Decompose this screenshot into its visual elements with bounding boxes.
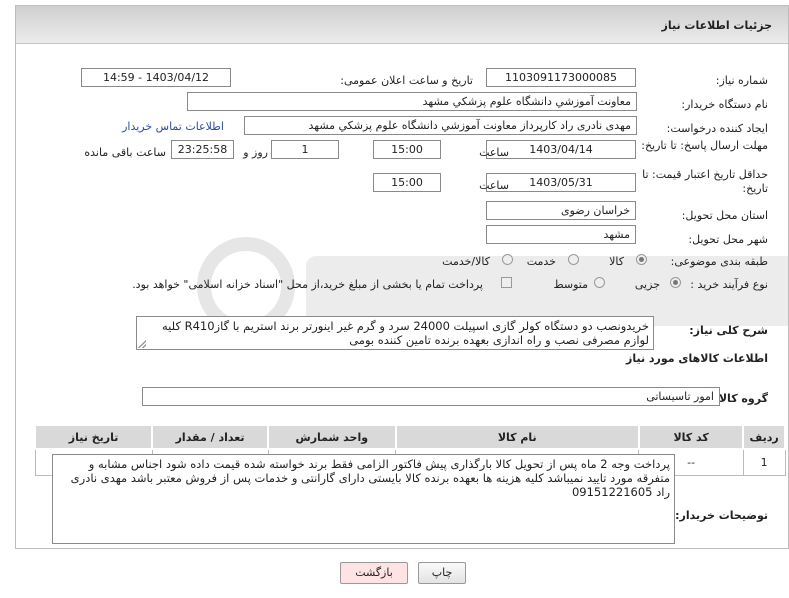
process-medium-label: متوسط [553, 278, 588, 291]
col-qty: تعداد / مقدار [151, 424, 270, 450]
process-label: نوع فرآیند خرید : [690, 278, 768, 291]
deadline-label: مهلت ارسال پاسخ: تا تاریخ: [641, 139, 768, 152]
days-label: روز و [243, 146, 268, 159]
category-goods-service-label: کالا/خدمت [442, 255, 490, 268]
cell-row: 1 [742, 448, 786, 476]
city-label: شهر محل تحویل: [688, 233, 768, 246]
buyer-notes-text: پرداخت وجه 2 ماه پس از تحویل کالا بارگذا… [52, 454, 675, 544]
details-panel: جزئیات اطلاعات نیاز شماره نیاز: 11030911… [15, 5, 789, 549]
category-goods-service-radio[interactable] [502, 254, 513, 265]
creator-field: مهدی نادری راد کارپرداز معاونت آموزشي دا… [244, 116, 637, 135]
goods-group-field: امور تاسیساتی [142, 387, 720, 406]
remaining-label: ساعت باقی مانده [84, 146, 166, 159]
deadline-time-label: ساعت [479, 146, 509, 159]
process-minor-radio[interactable] [670, 277, 681, 288]
col-name: نام کالا [394, 424, 640, 450]
buyer-notes-label: توضیحات خریدار: [675, 509, 768, 522]
days-field: 1 [271, 140, 339, 159]
col-code: کد کالا [637, 424, 745, 450]
category-label: طبقه بندی موضوعی: [670, 255, 768, 268]
page-title: جزئیات اطلاعات نیاز [661, 19, 773, 32]
col-row: ردیف [742, 424, 786, 450]
summary-label: شرح کلی نیاز: [689, 324, 768, 337]
remaining-time-field: 23:25:58 [171, 140, 234, 159]
print-button[interactable]: چاپ [418, 562, 466, 584]
summary-text: خریدونصب دو دستگاه کولر گازی اسپیلت 2400… [136, 316, 654, 350]
validity-time-label: ساعت [479, 179, 509, 192]
category-service-radio[interactable] [568, 254, 579, 265]
province-field: خراسان رضوی [486, 201, 636, 220]
treasury-payment-note: پرداخت تمام یا بخشی از مبلغ خرید،از محل … [132, 278, 483, 291]
col-date: تاریخ نیاز [33, 424, 154, 450]
summary-text-content: خریدونصب دو دستگاه کولر گازی اسپیلت 2400… [162, 319, 649, 347]
category-service-label: خدمت [526, 255, 556, 268]
validity-label: حداقل تاریخ اعتبار قیمت: تا تاریخ: [642, 168, 768, 195]
goods-group-label: گروه کالا: [714, 392, 768, 405]
col-unit: واحد شمارش [267, 424, 397, 450]
panel-header: جزئیات اطلاعات نیاز [16, 6, 788, 44]
goods-section-title: اطلاعات کالاهای مورد نیاز [626, 352, 768, 365]
creator-label: ایجاد کننده درخواست: [666, 122, 768, 135]
buyer-field: معاونت آموزشي دانشگاه علوم پزشكي مشهد [187, 92, 637, 111]
resize-grip-icon[interactable] [138, 340, 146, 348]
city-field: مشهد [486, 225, 636, 244]
category-goods-radio[interactable] [636, 254, 647, 265]
back-button[interactable]: بازگشت [340, 562, 408, 584]
validity-time-field: 15:00 [373, 173, 441, 192]
process-minor-label: جزیی [634, 278, 660, 291]
need-number-field: 1103091173000085 [486, 68, 636, 87]
buyer-contact-link[interactable]: اطلاعات تماس خریدار [122, 120, 224, 133]
category-goods-label: کالا [609, 255, 624, 268]
province-label: استان محل تحویل: [681, 209, 768, 222]
buyer-label: نام دستگاه خریدار: [681, 98, 768, 111]
announce-label: تاریخ و ساعت اعلان عمومی: [340, 74, 473, 87]
process-medium-radio[interactable] [594, 277, 605, 288]
deadline-time-field: 15:00 [373, 140, 441, 159]
need-number-label: شماره نیاز: [715, 74, 768, 87]
treasury-payment-checkbox[interactable] [501, 277, 512, 288]
announce-field: 1403/04/12 - 14:59 [81, 68, 231, 87]
